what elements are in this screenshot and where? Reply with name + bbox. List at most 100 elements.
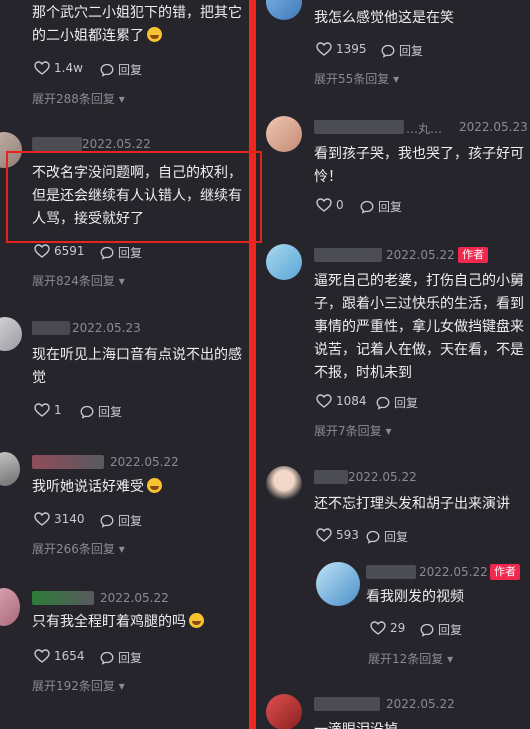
heart-icon: [34, 649, 50, 663]
like-button[interactable]: 1.4w: [34, 61, 83, 75]
username-blurred[interactable]: [32, 321, 70, 335]
like-button[interactable]: 3140: [34, 512, 85, 526]
avatar[interactable]: [266, 116, 302, 152]
like-count: 1084: [336, 394, 367, 408]
like-count: 6591: [54, 244, 85, 258]
reply-button[interactable]: 回复: [360, 198, 402, 215]
avatar[interactable]: [0, 588, 20, 626]
reply-button[interactable]: 回复: [100, 244, 142, 261]
username-blurred[interactable]: [314, 248, 382, 262]
heart-icon: [316, 42, 332, 56]
reply-bubble-icon: [376, 396, 390, 410]
comment-date: 2022.05.22: [82, 137, 151, 151]
reply-label: 回复: [118, 63, 143, 77]
like-button[interactable]: 29: [370, 621, 405, 635]
reply-label: 回复: [399, 44, 424, 58]
avatar[interactable]: [0, 317, 22, 351]
right-comment-column: 我怎么感觉他这是在笑 1395 回复 展开55条回复 ▾ …丸… 2022.05…: [256, 0, 530, 729]
expand-replies[interactable]: 展开266条回复 ▾: [32, 540, 125, 557]
heart-icon: [370, 621, 386, 635]
reply-label: 回复: [118, 514, 143, 528]
reply-bubble-icon: [381, 44, 395, 58]
username-blurred[interactable]: [314, 120, 404, 134]
comment-date: 2022.05.22: [348, 470, 417, 484]
chevron-down-icon: ▾: [447, 652, 454, 666]
avatar[interactable]: [266, 0, 302, 20]
heart-icon: [34, 512, 50, 526]
reply-bubble-icon: [360, 200, 374, 214]
heart-icon: [316, 528, 332, 542]
like-count: 1: [54, 403, 62, 417]
avatar[interactable]: [0, 452, 20, 486]
username-blurred[interactable]: [314, 697, 380, 711]
comment-text: 一滴眼泪没掉: [314, 719, 528, 729]
like-button[interactable]: 0: [316, 198, 344, 212]
chevron-down-icon: ▾: [118, 679, 125, 693]
avatar[interactable]: [266, 244, 302, 280]
username-fragment: …丸…: [406, 122, 443, 136]
comment-text: 我听她说话好难受: [32, 476, 247, 499]
avatar[interactable]: [316, 562, 360, 606]
reply-button[interactable]: 回复: [100, 649, 142, 666]
left-comment-column: 那个武穴二小姐犯下的错，把其它的二小姐都连累了 1.4w 回复 展开288条回复…: [0, 0, 249, 729]
like-button[interactable]: 593: [316, 528, 359, 542]
chevron-down-icon: ▾: [393, 72, 400, 86]
like-button[interactable]: 1084: [316, 394, 367, 408]
reply-button[interactable]: 回复: [80, 403, 122, 420]
reply-label: 回复: [378, 200, 403, 214]
like-button[interactable]: 1: [34, 403, 62, 417]
username-blurred[interactable]: [314, 470, 348, 484]
comment-date: 2022.05.22: [110, 455, 179, 469]
expand-replies[interactable]: 展开824条回复 ▾: [32, 272, 125, 289]
comment-text: 只有我全程盯着鸡腿的吗: [32, 611, 247, 634]
expand-replies[interactable]: 展开192条回复 ▾: [32, 677, 125, 694]
username-blurred[interactable]: [32, 591, 94, 605]
like-button[interactable]: 6591: [34, 244, 85, 258]
like-button[interactable]: 1654: [34, 649, 85, 663]
reply-bubble-icon: [100, 63, 114, 77]
like-count: 593: [336, 528, 359, 542]
highlight-box: [6, 151, 262, 243]
username-blurred[interactable]: [32, 455, 104, 469]
laughing-emoji-icon: [147, 27, 162, 42]
reply-button[interactable]: 回复: [100, 61, 142, 78]
heart-icon: [316, 198, 332, 212]
expand-replies[interactable]: 展开288条回复 ▾: [32, 90, 125, 107]
heart-icon: [34, 244, 50, 258]
avatar[interactable]: [266, 466, 302, 502]
expand-replies[interactable]: 展开7条回复 ▾: [314, 422, 392, 439]
like-button[interactable]: 1395: [316, 42, 367, 56]
red-divider-line: [249, 0, 256, 729]
username-blurred[interactable]: [32, 137, 82, 151]
comment-date: 2022.05.22: [386, 248, 455, 262]
expand-replies[interactable]: 展开12条回复 ▾: [368, 650, 453, 667]
reply-button[interactable]: 回复: [381, 42, 423, 59]
expand-replies[interactable]: 展开55条回复 ▾: [314, 70, 399, 87]
comment-text: 我怎么感觉他这是在笑: [314, 10, 454, 26]
comment-text: 现在听见上海口音有点说不出的感觉: [32, 347, 242, 386]
reply-bubble-icon: [420, 623, 434, 637]
like-count: 29: [390, 621, 406, 635]
reply-button[interactable]: 回复: [420, 621, 462, 638]
like-count: 1395: [336, 42, 367, 56]
laughing-emoji-icon: [147, 478, 162, 493]
reply-button[interactable]: 回复: [376, 394, 418, 411]
reply-label: 回复: [118, 651, 143, 665]
reply-button[interactable]: 回复: [100, 512, 142, 529]
like-count: 3140: [54, 512, 85, 526]
reply-bubble-icon: [80, 405, 94, 419]
username-blurred[interactable]: [366, 565, 416, 579]
comment-text: 逼死自己的老婆，打伤自己的小舅子，跟着小三过快乐的生活，看到事情的严重性，拿儿女…: [314, 273, 524, 381]
comment-text: 看我刚发的视频: [366, 589, 464, 605]
comment-date: 2022.05.22: [419, 565, 488, 579]
avatar[interactable]: [266, 694, 302, 729]
reply-button[interactable]: 回复: [366, 528, 408, 545]
chevron-down-icon: ▾: [118, 542, 125, 556]
reply-label: 回复: [438, 623, 463, 637]
comment-text: 还不忘打理头发和胡子出来演讲: [314, 496, 510, 512]
comment-date: 2022.05.23: [72, 321, 141, 335]
chevron-down-icon: ▾: [385, 424, 392, 438]
reply-label: 回复: [98, 405, 123, 419]
reply-bubble-icon: [100, 651, 114, 665]
like-count: 1.4w: [54, 61, 83, 75]
